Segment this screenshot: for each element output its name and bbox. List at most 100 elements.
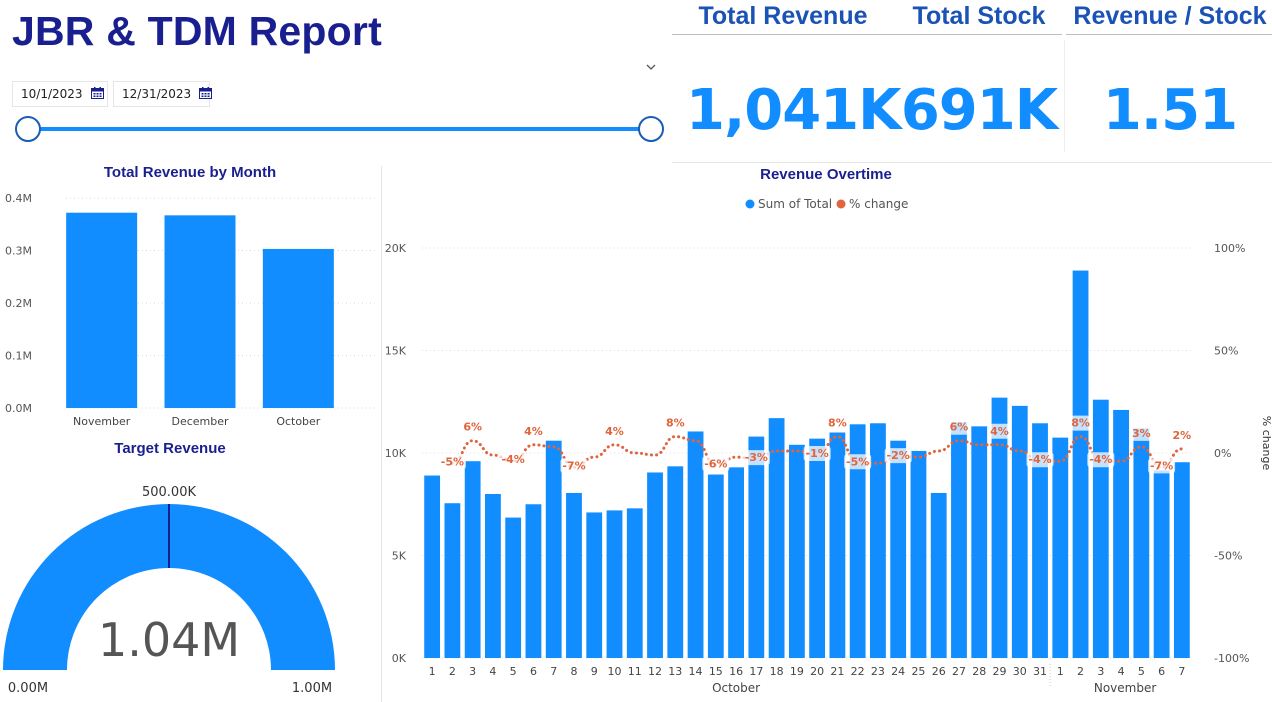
revenue-bar xyxy=(1072,270,1089,658)
revenue-bar xyxy=(667,466,684,658)
x-tick-label: 23 xyxy=(871,665,885,678)
x-tick-label: 2 xyxy=(1077,665,1084,678)
x-tick-label: 25 xyxy=(911,665,925,678)
data-label: -2% xyxy=(887,449,910,462)
y-left-tick-label: 20K xyxy=(385,242,407,255)
monthly-revenue-chart[interactable]: 0.0M 0.1M 0.2M 0.3M 0.4M November December Octo… xyxy=(0,186,380,432)
kpi-total-stock-label: Total Stock xyxy=(912,2,1046,30)
gauge-target-label: 500.00K xyxy=(142,485,196,500)
revenue-bar xyxy=(444,503,461,658)
bar xyxy=(66,212,138,408)
y-right-tick-label: 0% xyxy=(1214,447,1231,460)
revenue-bar xyxy=(606,510,623,658)
revenue-bar xyxy=(870,423,886,658)
x-tick-label: 1 xyxy=(1057,665,1064,678)
y-tick-label: 0.2M xyxy=(5,297,32,310)
revenue-bar xyxy=(485,494,501,658)
x-tick-label: 28 xyxy=(972,665,986,678)
revenue-bar xyxy=(626,508,643,658)
data-label: 6% xyxy=(950,421,969,434)
x-tick-label: 22 xyxy=(851,665,865,678)
x-tick-label: 29 xyxy=(993,665,1007,678)
revenue-bar xyxy=(1052,437,1069,658)
revenue-bar xyxy=(586,512,603,658)
x-tick-label: 7 xyxy=(1178,665,1185,678)
x-tick-label: November xyxy=(73,415,131,428)
y-tick-label: 0.1M xyxy=(5,350,32,363)
data-label: -7% xyxy=(562,459,585,472)
calendar-icon[interactable] xyxy=(90,86,104,102)
y-tick-label: 0.3M xyxy=(5,245,32,258)
x-tick-label: 9 xyxy=(591,665,598,678)
data-label: 8% xyxy=(1071,417,1090,430)
y-left-tick-label: 10K xyxy=(385,447,407,460)
x-tick-label: 11 xyxy=(628,665,642,678)
y-tick-label: 0.4M xyxy=(5,192,32,205)
report-title: JBR & TDM Report xyxy=(12,8,382,54)
revenue-bar xyxy=(1133,428,1150,658)
x-tick-label: 20 xyxy=(810,665,824,678)
revenue-bar xyxy=(1173,462,1190,658)
revenue-bar xyxy=(464,461,481,658)
overtime-chart-title: Revenue Overtime xyxy=(760,166,892,183)
x-tick-label: 19 xyxy=(790,665,804,678)
x-tick-label: 3 xyxy=(469,665,476,678)
x-tick-label: 24 xyxy=(891,665,905,678)
kpi-total-revenue-label: Total Revenue xyxy=(698,2,868,30)
revenue-bar xyxy=(1092,399,1109,658)
revenue-bar xyxy=(1153,470,1170,658)
data-label: 8% xyxy=(666,417,685,430)
x-tick-label: 27 xyxy=(952,665,966,678)
revenue-bar xyxy=(910,450,927,658)
kpi-revenue-per-stock-label: Revenue / Stock xyxy=(1073,2,1267,30)
x-tick-label: 14 xyxy=(689,665,703,678)
slider-start-handle[interactable] xyxy=(15,116,41,142)
data-label: -6% xyxy=(704,457,727,470)
revenue-bar xyxy=(951,422,967,658)
bar xyxy=(164,215,236,408)
data-label: 2% xyxy=(1173,429,1192,442)
kpi-revenue-per-stock-value: 1.51 xyxy=(1102,78,1238,143)
gauge-title: Target Revenue xyxy=(114,440,226,457)
x-tick-label: 16 xyxy=(729,665,743,678)
start-date-input[interactable]: 10/1/2023 xyxy=(12,81,108,107)
data-label: 4% xyxy=(990,425,1009,438)
x-tick-label: 13 xyxy=(668,665,682,678)
x-tick-label: 12 xyxy=(648,665,662,678)
date-range-slider[interactable] xyxy=(27,127,651,131)
y-left-tick-label: 5K xyxy=(392,550,407,563)
revenue-bar xyxy=(890,440,907,658)
x-tick-label: 7 xyxy=(550,665,557,678)
data-label: -3% xyxy=(745,451,768,464)
chevron-down-icon[interactable] xyxy=(646,60,656,74)
x-tick-label: 5 xyxy=(1138,665,1145,678)
legend-label: Sum of Total xyxy=(758,197,832,211)
end-date-value: 12/31/2023 xyxy=(122,87,192,101)
x-tick-label: 10 xyxy=(608,665,622,678)
x-tick-label: 4 xyxy=(489,665,496,678)
slider-end-handle[interactable] xyxy=(638,116,664,142)
revenue-bar xyxy=(566,492,582,658)
revenue-overtime-chart[interactable]: Sum of Total % change 0K 5K 10K 15K 20K -100% -5… xyxy=(382,186,1272,702)
calendar-icon[interactable] xyxy=(199,86,213,102)
data-label: 4% xyxy=(605,425,624,438)
data-label: -5% xyxy=(441,455,464,468)
x-tick-label: 26 xyxy=(932,665,946,678)
x-tick-label: 1 xyxy=(429,665,436,678)
data-label: 8% xyxy=(828,417,847,430)
end-date-input[interactable]: 12/31/2023 xyxy=(113,81,213,107)
x-tick-label: 8 xyxy=(570,665,577,678)
y-tick-label: 0.0M xyxy=(5,402,32,415)
data-label: -4% xyxy=(502,453,525,466)
x-tick-label: 5 xyxy=(510,665,517,678)
data-label: -1% xyxy=(806,447,829,460)
start-date-value: 10/1/2023 xyxy=(21,87,83,101)
x-tick-label: 30 xyxy=(1013,665,1027,678)
y-left-tick-label: 15K xyxy=(385,345,407,358)
x-tick-label: 15 xyxy=(709,665,723,678)
revenue-bar xyxy=(647,472,663,658)
target-revenue-gauge[interactable]: 500.00K 1.04M 0.00M 1.00M xyxy=(0,478,360,702)
y-right-tick-label: -100% xyxy=(1214,652,1249,665)
data-label: -4% xyxy=(1028,453,1051,466)
revenue-bar xyxy=(545,440,562,658)
